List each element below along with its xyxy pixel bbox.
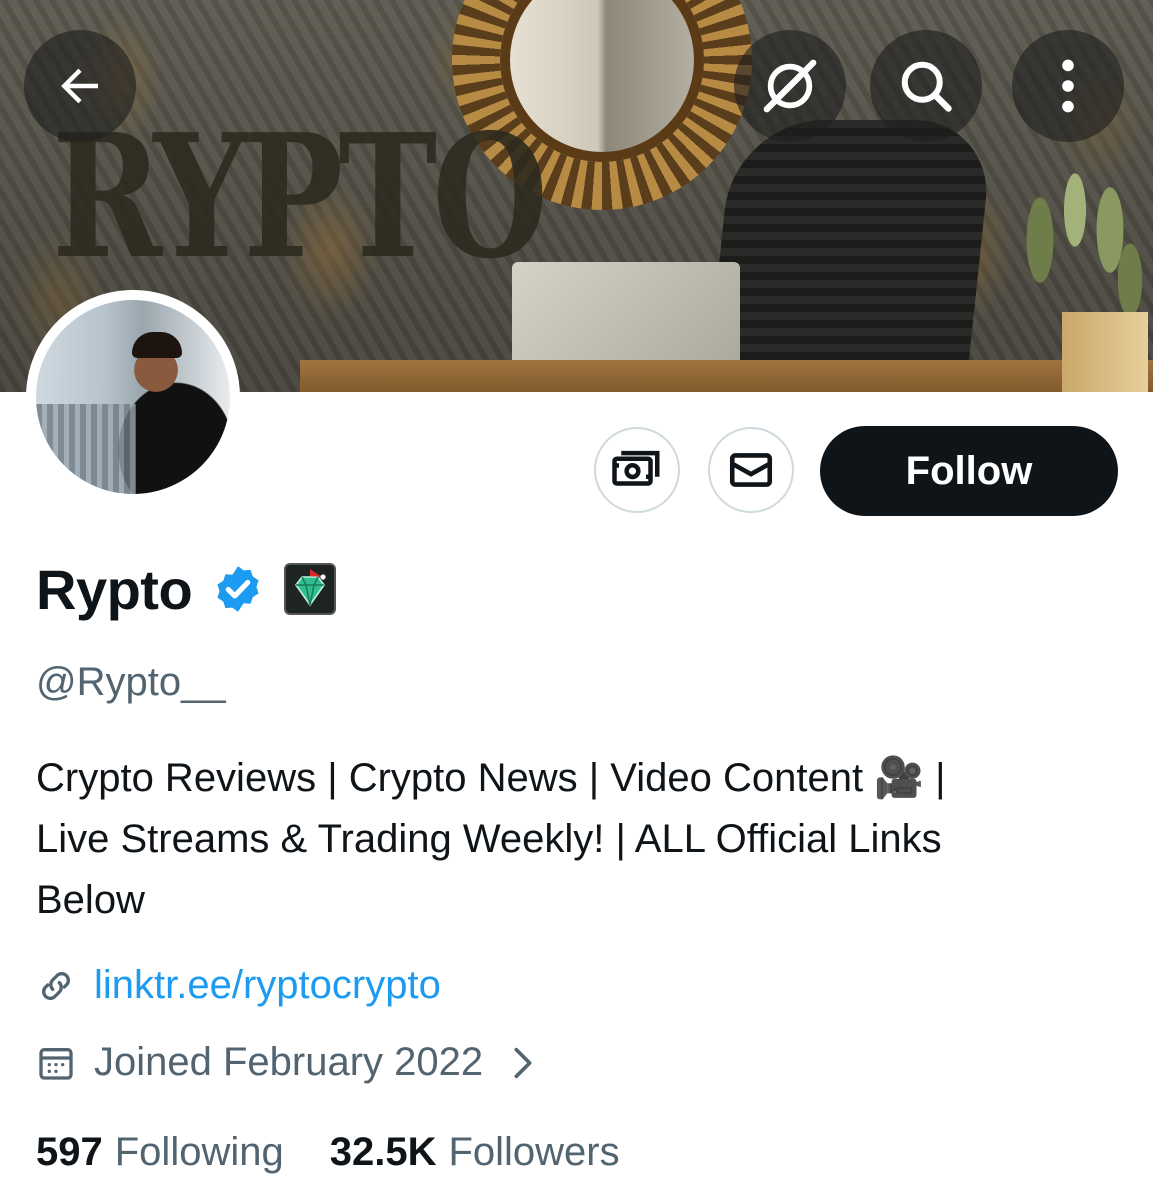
verified-badge-icon[interactable]	[212, 563, 264, 615]
banner-desk	[300, 360, 1153, 392]
bio-line: Live Streams & Trading Weekly! | ALL Off…	[36, 817, 942, 861]
follow-button[interactable]: Follow	[820, 426, 1118, 516]
following-count: 597	[36, 1130, 103, 1174]
more-button[interactable]	[1012, 30, 1124, 142]
search-icon	[901, 61, 952, 112]
search-button[interactable]	[870, 30, 982, 142]
joined-row[interactable]: Joined February 2022	[36, 1040, 537, 1085]
grok-icon	[763, 59, 817, 113]
profile-handle: @Rypto__	[36, 660, 226, 704]
more-vertical-icon	[1062, 59, 1074, 113]
avatar-hair	[132, 332, 182, 358]
grok-button[interactable]	[734, 30, 846, 142]
avatar-background-city	[36, 404, 136, 494]
profile-link-row: linktr.ee/ryptocrypto	[36, 963, 441, 1008]
followers-stat[interactable]: 32.5K Followers	[330, 1130, 620, 1175]
following-stat[interactable]: 597 Following	[36, 1130, 284, 1175]
profile-website-link[interactable]: linktr.ee/ryptocrypto	[94, 963, 441, 1008]
money-icon	[612, 450, 660, 486]
message-button[interactable]	[708, 427, 794, 513]
banner-chair	[705, 120, 995, 390]
profile-bio: Crypto Reviews | Crypto News | Video Con…	[36, 748, 1116, 931]
joined-date: Joined February 2022	[94, 1040, 484, 1084]
banner-plant-pot	[1062, 312, 1148, 392]
banner-plant	[1000, 150, 1150, 320]
calendar-icon	[39, 1047, 73, 1080]
followers-count: 32.5K	[329, 1130, 437, 1174]
banner-word: RYPTO	[52, 97, 548, 297]
link-icon	[42, 971, 70, 1000]
arrow-left-icon	[61, 68, 98, 104]
bio-line: Below	[36, 878, 145, 922]
followers-label: Followers	[448, 1130, 620, 1174]
subscribe-button[interactable]	[594, 427, 680, 513]
profile-stats: 597 Following 32.5K Followers	[36, 1130, 620, 1175]
gem-icon	[295, 569, 326, 607]
chevron-right-icon	[514, 1047, 532, 1078]
affiliate-badge-icon[interactable]	[284, 563, 337, 615]
name-row: Rypto	[36, 554, 337, 624]
following-label: Following	[114, 1130, 284, 1174]
mail-icon	[729, 453, 773, 487]
back-button[interactable]	[24, 30, 136, 142]
avatar[interactable]	[36, 300, 230, 494]
display-name: Rypto	[36, 557, 193, 621]
bio-line: Crypto Reviews | Crypto News | Video Con…	[36, 756, 946, 800]
